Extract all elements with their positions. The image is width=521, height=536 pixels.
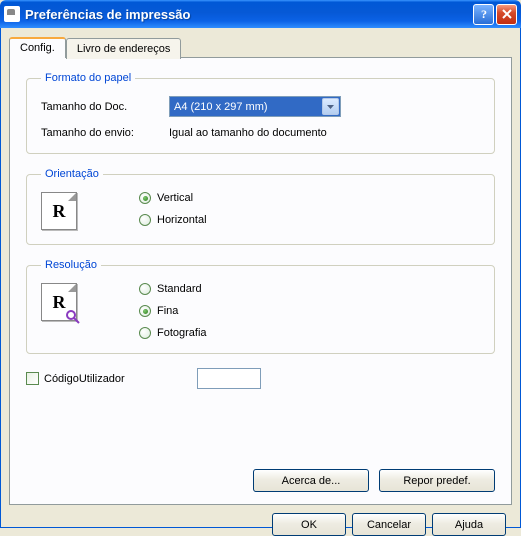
- titlebar: Preferências de impressão ?: [0, 0, 521, 28]
- radio-horizontal[interactable]: Horizontal: [139, 214, 207, 226]
- radio-vertical[interactable]: Vertical: [139, 192, 207, 204]
- radio-icon: [139, 283, 151, 295]
- radio-horizontal-label: Horizontal: [157, 214, 207, 226]
- group-resolution: Resolução R Standard: [26, 259, 495, 354]
- help-button[interactable]: Ajuda: [432, 513, 506, 536]
- window-body: Config. Livro de endereços Formato do pa…: [0, 28, 521, 528]
- radio-photo[interactable]: Fotografia: [139, 327, 207, 339]
- group-paper-legend: Formato do papel: [41, 72, 135, 84]
- send-size-label: Tamanho do envio:: [41, 127, 169, 139]
- usercode-label-text: CódigoUtilizador: [44, 373, 125, 385]
- window-title: Preferências de impressão: [25, 7, 473, 22]
- radio-fine[interactable]: Fina: [139, 305, 207, 317]
- tab-addressbook[interactable]: Livro de endereços: [66, 38, 182, 59]
- about-button[interactable]: Acerca de...: [253, 469, 369, 492]
- group-orientation-legend: Orientação: [41, 168, 103, 180]
- radio-icon: [139, 192, 151, 204]
- titlebar-close-button[interactable]: [496, 4, 517, 25]
- doc-size-dropdown[interactable]: A4 (210 x 297 mm): [169, 96, 341, 117]
- chevron-down-icon: [322, 98, 339, 115]
- checkbox-icon: [26, 372, 39, 385]
- radio-standard-label: Standard: [157, 283, 202, 295]
- tab-panel-config: Formato do papel Tamanho do Doc. A4 (210…: [9, 57, 512, 505]
- cancel-button[interactable]: Cancelar: [352, 513, 426, 536]
- titlebar-help-button[interactable]: ?: [473, 4, 494, 25]
- printer-icon: [4, 6, 20, 22]
- svg-text:?: ?: [481, 8, 487, 20]
- ok-button[interactable]: OK: [272, 513, 346, 536]
- radio-photo-label: Fotografia: [157, 327, 207, 339]
- orientation-preview-icon: R: [41, 192, 77, 230]
- magnifier-icon: [66, 310, 80, 324]
- tab-config[interactable]: Config.: [9, 37, 66, 58]
- dialog-button-bar: OK Cancelar Ajuda: [9, 505, 512, 536]
- restore-defaults-button[interactable]: Repor predef.: [379, 469, 495, 492]
- resolution-preview-icon: R: [41, 283, 77, 321]
- radio-icon: [139, 327, 151, 339]
- doc-size-value: A4 (210 x 297 mm): [174, 101, 268, 113]
- usercode-input[interactable]: [197, 368, 261, 389]
- group-resolution-legend: Resolução: [41, 259, 101, 271]
- doc-size-label: Tamanho do Doc.: [41, 101, 169, 113]
- tab-strip: Config. Livro de endereços: [9, 36, 512, 57]
- radio-icon: [139, 305, 151, 317]
- radio-icon: [139, 214, 151, 226]
- radio-vertical-label: Vertical: [157, 192, 193, 204]
- group-orientation: Orientação R Vertical Horizontal: [26, 168, 495, 245]
- group-paper-format: Formato do papel Tamanho do Doc. A4 (210…: [26, 72, 495, 154]
- send-size-value: Igual ao tamanho do documento: [169, 127, 327, 139]
- radio-standard[interactable]: Standard: [139, 283, 207, 295]
- radio-fine-label: Fina: [157, 305, 178, 317]
- usercode-checkbox[interactable]: CódigoUtilizador: [26, 372, 125, 385]
